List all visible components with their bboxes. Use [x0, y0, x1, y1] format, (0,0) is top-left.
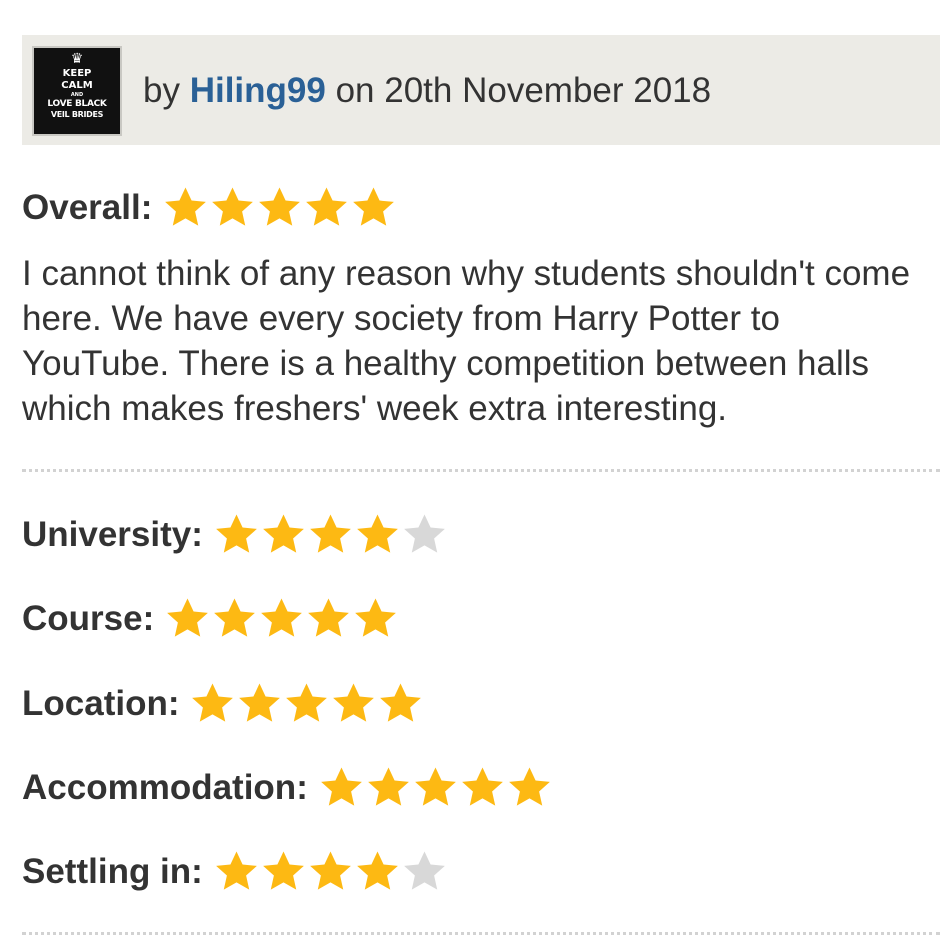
- star-icon: [367, 767, 409, 806]
- star-rating: [164, 595, 399, 643]
- star-icon: [167, 598, 209, 637]
- star-icon: [320, 767, 362, 806]
- star-icon: [308, 598, 350, 637]
- rating-university: University:: [22, 510, 448, 560]
- star-icon: [357, 514, 398, 553]
- star-icon: [286, 683, 328, 722]
- avatar-text-line: AND: [70, 92, 84, 98]
- avatar-text-line: CALM: [61, 80, 93, 91]
- star-icon: [309, 851, 351, 890]
- star-icon: [306, 187, 348, 226]
- star-rating: [213, 511, 448, 559]
- star-icon: [380, 683, 422, 722]
- star-icon: [404, 514, 445, 553]
- star-icon: [165, 187, 207, 226]
- author-link[interactable]: Hiling99: [190, 71, 326, 110]
- rating-label: Accommodation:: [22, 768, 308, 807]
- rating-label: Overall:: [22, 188, 153, 227]
- star-icon: [259, 187, 301, 226]
- avatar-text-line: KEEP: [62, 68, 92, 79]
- by-text: by: [143, 71, 180, 110]
- star-icon: [192, 683, 234, 722]
- star-rating: [162, 184, 397, 232]
- star-icon: [239, 683, 281, 722]
- star-icon: [262, 851, 304, 890]
- star-rating: [189, 680, 424, 728]
- review-date: on 20th November 2018: [335, 71, 712, 110]
- star-rating: [213, 848, 448, 896]
- star-icon: [216, 514, 257, 553]
- review-header: ♛ KEEP CALM AND LOVE BLACK VEIL BRIDES b…: [22, 35, 940, 145]
- star-icon: [310, 514, 351, 553]
- star-icon: [461, 767, 503, 806]
- star-icon: [353, 187, 395, 226]
- rating-label: Location:: [22, 684, 180, 723]
- star-icon: [333, 683, 375, 722]
- star-icon: [403, 851, 445, 890]
- rating-course: Course:: [22, 594, 399, 644]
- star-icon: [212, 187, 254, 226]
- avatar-text-line: VEIL BRIDES: [50, 110, 104, 119]
- star-icon: [261, 598, 303, 637]
- star-rating: [318, 764, 553, 812]
- divider: [22, 469, 940, 472]
- avatar-text-line: LOVE BLACK: [47, 99, 107, 109]
- overall-rating: Overall:: [22, 183, 397, 233]
- rating-label: Settling in:: [22, 852, 203, 891]
- review-byline: by Hiling99 on 20th November 2018: [143, 71, 711, 111]
- divider: [22, 932, 940, 935]
- star-icon: [214, 598, 256, 637]
- star-icon: [508, 767, 550, 806]
- rating-settling-in: Settling in:: [22, 847, 448, 897]
- star-icon: [263, 514, 304, 553]
- rating-accommodation: Accommodation:: [22, 763, 553, 813]
- rating-label: Course:: [22, 599, 155, 638]
- rating-location: Location:: [22, 679, 424, 729]
- star-icon: [356, 851, 398, 890]
- star-icon: [414, 767, 456, 806]
- review-text: I cannot think of any reason why student…: [22, 254, 911, 428]
- star-icon: [215, 851, 257, 890]
- user-avatar[interactable]: ♛ KEEP CALM AND LOVE BLACK VEIL BRIDES: [32, 46, 122, 136]
- star-icon: [355, 598, 397, 637]
- crown-icon: ♛: [70, 51, 84, 67]
- rating-label: University:: [22, 515, 203, 554]
